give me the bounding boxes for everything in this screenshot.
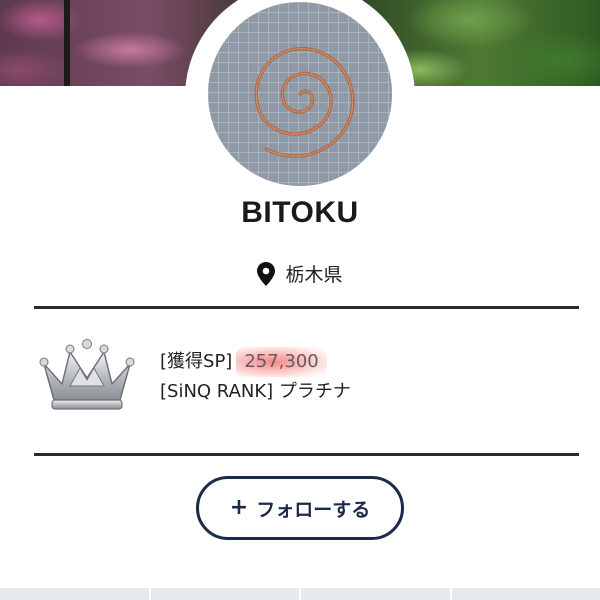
plus-icon: + [229,495,249,520]
follow-button[interactable]: + フォローする [196,476,404,540]
bottom-tab-strip [0,588,600,600]
avatar-spiral-image [208,2,392,186]
platinum-crown-icon [39,339,135,410]
stats-block: [獲得SP] 257,300 [SiNQ RANK] プラチナ [160,347,351,407]
rank-label: [SiNQ RANK] [160,381,274,402]
location-text: 栃木県 [285,264,343,286]
tab-segment[interactable] [150,588,299,600]
sp-label: [獲得SP] [160,351,233,372]
divider [34,453,579,456]
tab-segment[interactable] [0,588,149,600]
tab-segment[interactable] [301,588,450,600]
profile-name: BITOKU [241,196,359,229]
follow-label: フォローする [256,498,371,521]
sp-value: 257,300 [236,347,327,377]
map-pin-icon [257,261,276,286]
location-row: 栃木県 [0,260,600,287]
tab-segment[interactable] [451,588,600,600]
divider [34,306,579,309]
avatar[interactable] [208,2,392,186]
rank-value: プラチナ [278,381,351,402]
rank-row: [SiNQ RANK] プラチナ [160,377,351,407]
sp-row: [獲得SP] 257,300 [160,347,351,377]
cover-pole [64,0,70,86]
